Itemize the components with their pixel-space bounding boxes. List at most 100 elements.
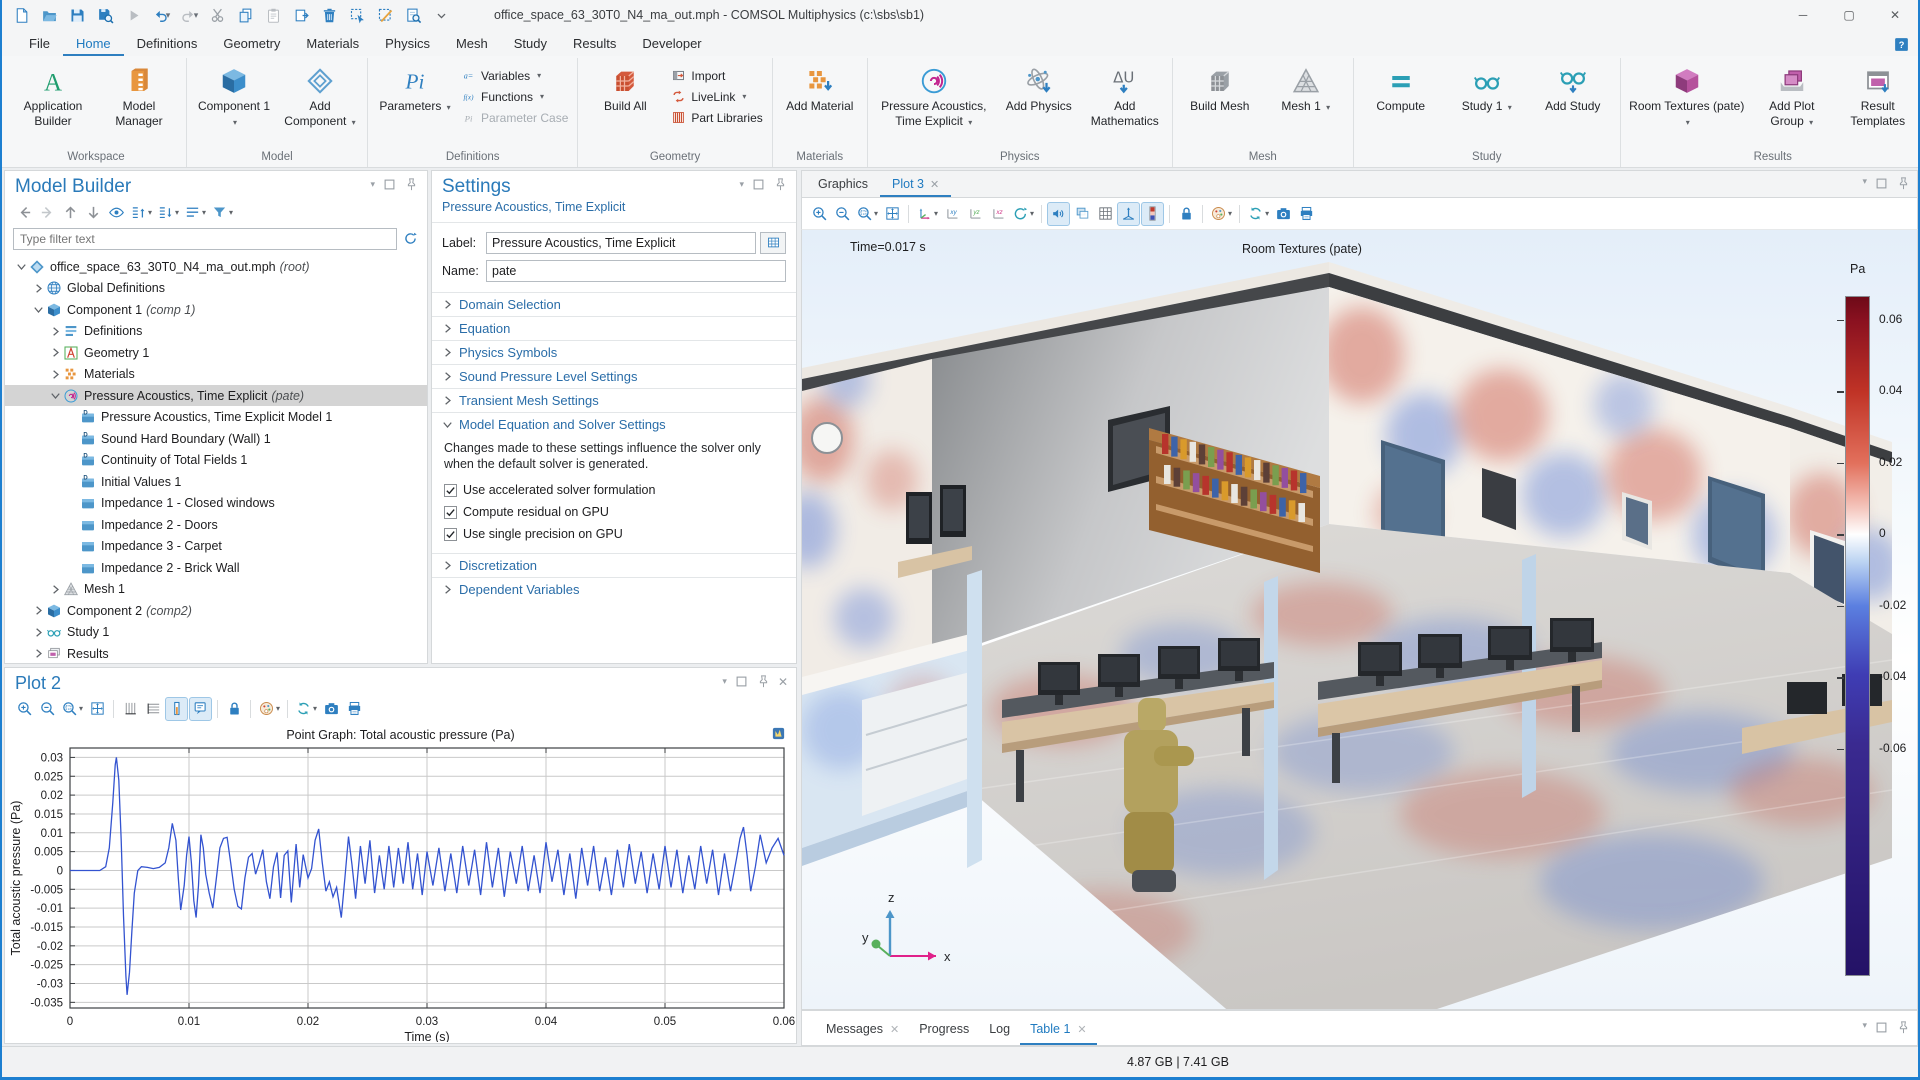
room-3d-scene[interactable]: z y x: [802, 230, 1918, 1010]
import-button[interactable]: Import: [671, 68, 762, 83]
functions-button[interactable]: f(x) Functions ▾: [461, 89, 568, 104]
zoom-in-button[interactable]: [808, 202, 830, 226]
palette-button[interactable]: ▾: [256, 697, 282, 721]
chevron-right-icon[interactable]: [48, 345, 63, 360]
close-tab-icon[interactable]: ✕: [890, 1023, 899, 1036]
ribbon-tab-mesh[interactable]: Mesh: [443, 32, 501, 56]
chevron-right-icon[interactable]: [440, 297, 455, 312]
add-mathematics-button[interactable]: ΔU Add Mathematics: [1083, 62, 1167, 133]
section-dependent-variables[interactable]: Dependent Variables: [432, 577, 796, 601]
add-plot-group-button[interactable]: Add Plot Group ▾: [1750, 62, 1834, 133]
selection-list-button[interactable]: [760, 231, 786, 254]
build-mesh-button[interactable]: Build Mesh: [1178, 62, 1262, 118]
chevron-right-icon[interactable]: [440, 393, 455, 408]
refresh-pair-button[interactable]: ▾: [293, 697, 319, 721]
save-view-button[interactable]: [92, 3, 118, 27]
variables-button[interactable]: a= Variables ▾: [461, 68, 568, 83]
bottom-tab-messages[interactable]: Messages ✕: [816, 1015, 909, 1045]
view-xz-button[interactable]: xz: [987, 202, 1009, 226]
print-button[interactable]: [1295, 202, 1317, 226]
save-button[interactable]: [64, 3, 90, 27]
zoom-box-button[interactable]: ▾: [854, 202, 880, 226]
pin-icon[interactable]: [773, 177, 788, 192]
pressure-acoustics-time-explicit-button[interactable]: Pressure Acoustics, Time Explicit ▾: [873, 62, 995, 133]
application-builder-button[interactable]: A Application Builder: [11, 62, 95, 133]
panel-menu-icon[interactable]: ▾: [739, 179, 744, 190]
section-discretization[interactable]: Discretization: [432, 553, 796, 577]
chevron-right-icon[interactable]: [440, 582, 455, 597]
pin-icon[interactable]: [1896, 1020, 1911, 1035]
axis-limits-button[interactable]: [165, 696, 189, 721]
tree-item-sound-hard-boundary-wall-1[interactable]: D Sound Hard Boundary (Wall) 1: [5, 428, 427, 450]
colorbar-ic-button[interactable]: [1141, 201, 1165, 226]
pin-icon[interactable]: [756, 674, 771, 689]
clear-select-button[interactable]: [372, 3, 398, 27]
ribbon-tab-materials[interactable]: Materials: [293, 32, 372, 56]
panel-menu-icon[interactable]: ▾: [1862, 1020, 1867, 1035]
mb-forward-button[interactable]: [36, 201, 58, 225]
mb-down-button[interactable]: [82, 201, 104, 225]
chevron-down-icon[interactable]: [48, 388, 63, 403]
refresh-icon[interactable]: [402, 230, 419, 247]
float-icon[interactable]: [1874, 176, 1889, 191]
lock-button[interactable]: [223, 697, 245, 721]
mb-show-button[interactable]: [105, 201, 127, 225]
float-icon[interactable]: [751, 177, 766, 192]
tree-item-study-1[interactable]: Study 1: [5, 621, 427, 643]
zoom-out-button[interactable]: [831, 202, 853, 226]
add-study-button[interactable]: Add Study: [1531, 62, 1615, 118]
find-button[interactable]: [400, 3, 426, 27]
checkbox-use-accelerated-solver-formulation[interactable]: Use accelerated solver formulation: [444, 479, 784, 501]
checkbox-icon[interactable]: [444, 527, 457, 541]
camera-button[interactable]: [320, 697, 342, 721]
chevron-right-icon[interactable]: [440, 558, 455, 573]
tree-item-materials[interactable]: Materials: [5, 363, 427, 385]
tree-item-impedance-2-brick-wall[interactable]: Impedance 2 - Brick Wall: [5, 557, 427, 579]
duplicate-button[interactable]: [288, 3, 314, 27]
tree-item-pressure-acoustics-time-explicit[interactable]: Pressure Acoustics, Time Explicit (pate): [5, 384, 427, 407]
grid-button[interactable]: [1094, 202, 1116, 226]
checkbox-icon[interactable]: [444, 505, 457, 519]
delete-button[interactable]: [316, 3, 342, 27]
mb-expand-button[interactable]: ▾: [128, 201, 154, 225]
view-yz-button[interactable]: yz: [964, 202, 986, 226]
rotate-button[interactable]: ▾: [1010, 202, 1036, 226]
new-button[interactable]: [8, 3, 34, 27]
bottom-tab-progress[interactable]: Progress: [909, 1015, 979, 1045]
ribbon-tab-results[interactable]: Results: [560, 32, 629, 56]
mb-collapse-button[interactable]: ▾: [155, 201, 181, 225]
chevron-right-icon[interactable]: [48, 582, 63, 597]
maximize-button[interactable]: ▢: [1826, 0, 1872, 30]
tree-item-mesh-1[interactable]: Mesh 1: [5, 578, 427, 600]
zoom-in-button[interactable]: [13, 697, 35, 721]
point-graph-chart[interactable]: 0 0.01 0.02 0.03 0.04 0.05 0.06 0.03 0.025 0.02 0.…: [6, 742, 796, 1042]
chevron-right-icon[interactable]: [31, 603, 46, 618]
close-panel-icon[interactable]: ✕: [778, 675, 788, 689]
panel-menu-icon[interactable]: ▾: [1862, 176, 1867, 191]
section-physics-symbols[interactable]: Physics Symbols: [432, 339, 796, 364]
chevron-right-icon[interactable]: [31, 646, 46, 661]
float-icon[interactable]: [382, 177, 397, 192]
chevron-right-icon[interactable]: [48, 367, 63, 382]
tree-item-impedance-3-carpet[interactable]: Impedance 3 - Carpet: [5, 535, 427, 557]
panel-menu-icon[interactable]: ▾: [722, 676, 727, 687]
zoom-extents-button[interactable]: [86, 697, 108, 721]
label-input[interactable]: [486, 231, 756, 254]
name-input[interactable]: [486, 259, 786, 282]
zoom-extents-button[interactable]: [881, 202, 903, 226]
close-tab-icon[interactable]: ✕: [930, 178, 939, 191]
component-1-button[interactable]: Component 1 ▾: [192, 62, 276, 133]
ribbon-tab-physics[interactable]: Physics: [372, 32, 443, 56]
checkbox-use-single-precision-on-gpu[interactable]: Use single precision on GPU: [444, 523, 784, 545]
tree-item-impedance-2-doors[interactable]: Impedance 2 - Doors: [5, 514, 427, 536]
pin-icon[interactable]: [1896, 176, 1911, 191]
compute-button[interactable]: Compute: [1359, 62, 1443, 118]
undo-button[interactable]: ▾: [148, 3, 174, 27]
bottom-tab-table-1[interactable]: Table 1 ✕: [1020, 1015, 1097, 1045]
chevron-right-icon[interactable]: [31, 625, 46, 640]
lock-button[interactable]: [1175, 202, 1197, 226]
tree-item-global-definitions[interactable]: Global Definitions: [5, 277, 427, 299]
help-button[interactable]: ?: [1893, 36, 1910, 53]
zoom-out-button[interactable]: [36, 697, 58, 721]
mb-filter-button[interactable]: ▾: [209, 201, 235, 225]
